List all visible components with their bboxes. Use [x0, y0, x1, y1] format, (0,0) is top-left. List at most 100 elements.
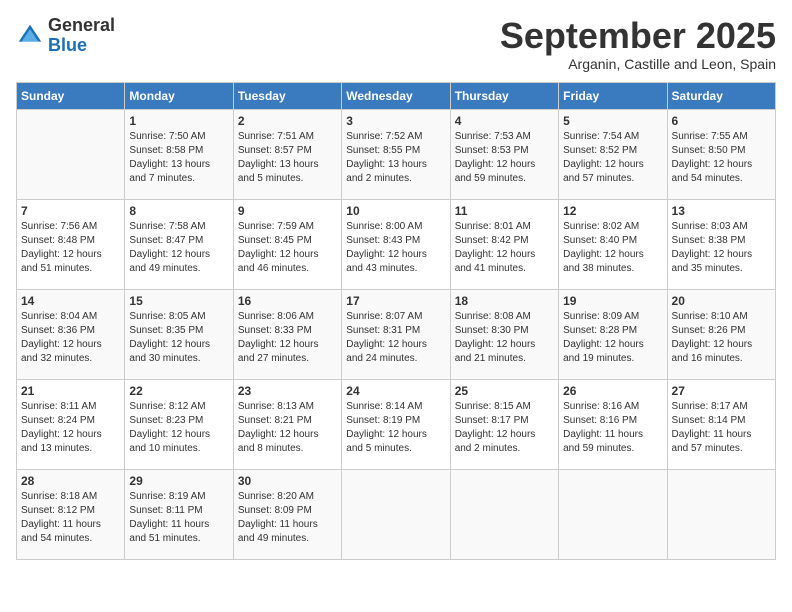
month-title: September 2025 — [500, 16, 776, 56]
page-header: General Blue September 2025 Arganin, Cas… — [16, 16, 776, 72]
cell-info: Sunrise: 8:19 AM — [129, 490, 228, 504]
cell-info: Sunset: 8:38 PM — [672, 234, 771, 248]
day-number: 25 — [455, 384, 554, 398]
calendar-header: SundayMondayTuesdayWednesdayThursdayFrid… — [17, 82, 776, 109]
calendar-cell: 11Sunrise: 8:01 AMSunset: 8:42 PMDayligh… — [450, 199, 558, 289]
calendar-table: SundayMondayTuesdayWednesdayThursdayFrid… — [16, 82, 776, 560]
cell-info: Daylight: 12 hours — [21, 248, 120, 262]
calendar-cell: 27Sunrise: 8:17 AMSunset: 8:14 PMDayligh… — [667, 379, 775, 469]
header-cell-thursday: Thursday — [450, 82, 558, 109]
cell-info: Sunrise: 8:17 AM — [672, 400, 771, 414]
header-cell-tuesday: Tuesday — [233, 82, 341, 109]
calendar-cell: 21Sunrise: 8:11 AMSunset: 8:24 PMDayligh… — [17, 379, 125, 469]
calendar-cell: 14Sunrise: 8:04 AMSunset: 8:36 PMDayligh… — [17, 289, 125, 379]
cell-info: Sunset: 8:40 PM — [563, 234, 662, 248]
logo: General Blue — [16, 16, 115, 56]
calendar-cell: 8Sunrise: 7:58 AMSunset: 8:47 PMDaylight… — [125, 199, 233, 289]
header-cell-monday: Monday — [125, 82, 233, 109]
cell-info: and 10 minutes. — [129, 442, 228, 456]
cell-info: and 41 minutes. — [455, 262, 554, 276]
cell-info: Sunset: 8:45 PM — [238, 234, 337, 248]
cell-info: Sunrise: 7:56 AM — [21, 220, 120, 234]
cell-info: Daylight: 12 hours — [563, 248, 662, 262]
cell-info: Sunset: 8:11 PM — [129, 504, 228, 518]
cell-info: Sunset: 8:42 PM — [455, 234, 554, 248]
calendar-cell: 5 Sunrise: 7:54 AMSunset: 8:52 PMDaylight… — [559, 109, 667, 199]
day-number: 10 — [346, 204, 445, 218]
cell-info: Sunset: 8:26 PM — [672, 324, 771, 338]
calendar-cell — [342, 469, 450, 559]
day-number: 5 — [563, 114, 662, 128]
day-number: 24 — [346, 384, 445, 398]
cell-info: Sunset: 8:19 PM — [346, 414, 445, 428]
cell-info: and 57 minutes. — [563, 172, 662, 186]
day-number: 16 — [238, 294, 337, 308]
cell-info: Sunset: 8:35 PM — [129, 324, 228, 338]
cell-info: Sunrise: 7:55 AM — [672, 130, 771, 144]
cell-info: Sunrise: 7:51 AM — [238, 130, 337, 144]
calendar-cell — [559, 469, 667, 559]
cell-info: and 49 minutes. — [238, 532, 337, 546]
day-number: 27 — [672, 384, 771, 398]
cell-info: Sunrise: 8:02 AM — [563, 220, 662, 234]
day-number: 7 — [21, 204, 120, 218]
cell-info: Sunset: 8:52 PM — [563, 144, 662, 158]
cell-info: Sunset: 8:43 PM — [346, 234, 445, 248]
week-row-3: 14Sunrise: 8:04 AMSunset: 8:36 PMDayligh… — [17, 289, 776, 379]
day-number: 13 — [672, 204, 771, 218]
cell-info: Daylight: 12 hours — [563, 158, 662, 172]
cell-info: and 21 minutes. — [455, 352, 554, 366]
cell-info: Sunrise: 7:58 AM — [129, 220, 228, 234]
day-number: 8 — [129, 204, 228, 218]
calendar-cell: 13Sunrise: 8:03 AMSunset: 8:38 PMDayligh… — [667, 199, 775, 289]
header-cell-wednesday: Wednesday — [342, 82, 450, 109]
header-cell-friday: Friday — [559, 82, 667, 109]
header-cell-sunday: Sunday — [17, 82, 125, 109]
calendar-cell: 10 Sunrise: 8:00 AMSunset: 8:43 PMDayligh… — [342, 199, 450, 289]
day-number: 6 — [672, 114, 771, 128]
cell-info: Sunrise: 8:08 AM — [455, 310, 554, 324]
cell-info: Sunrise: 8:07 AM — [346, 310, 445, 324]
cell-info: Sunrise: 8:00 AM — [346, 220, 445, 234]
cell-info: Sunrise: 8:13 AM — [238, 400, 337, 414]
cell-info: Sunrise: 8:05 AM — [129, 310, 228, 324]
cell-info: Sunrise: 8:06 AM — [238, 310, 337, 324]
cell-info: Sunrise: 8:20 AM — [238, 490, 337, 504]
day-number: 22 — [129, 384, 228, 398]
cell-info: Daylight: 12 hours — [672, 248, 771, 262]
cell-info: Sunset: 8:17 PM — [455, 414, 554, 428]
cell-info: and 49 minutes. — [129, 262, 228, 276]
cell-info: Sunrise: 7:52 AM — [346, 130, 445, 144]
calendar-cell: 1Sunrise: 7:50 AMSunset: 8:58 PMDaylight… — [125, 109, 233, 199]
cell-info: Daylight: 12 hours — [672, 338, 771, 352]
cell-info: Daylight: 12 hours — [129, 428, 228, 442]
cell-info: and 46 minutes. — [238, 262, 337, 276]
cell-info: Sunrise: 8:11 AM — [21, 400, 120, 414]
calendar-cell: 24Sunrise: 8:14 AMSunset: 8:19 PMDayligh… — [342, 379, 450, 469]
calendar-cell: 30Sunrise: 8:20 AMSunset: 8:09 PMDayligh… — [233, 469, 341, 559]
cell-info: Sunset: 8:58 PM — [129, 144, 228, 158]
cell-info: Daylight: 11 hours — [238, 518, 337, 532]
cell-info: Daylight: 12 hours — [455, 338, 554, 352]
cell-info: Sunset: 8:12 PM — [21, 504, 120, 518]
calendar-cell: 4Sunrise: 7:53 AMSunset: 8:53 PMDaylight… — [450, 109, 558, 199]
week-row-5: 28Sunrise: 8:18 AMSunset: 8:12 PMDayligh… — [17, 469, 776, 559]
cell-info: Daylight: 12 hours — [346, 248, 445, 262]
cell-info: Sunset: 8:23 PM — [129, 414, 228, 428]
calendar-cell: 19Sunrise: 8:09 AMSunset: 8:28 PMDayligh… — [559, 289, 667, 379]
calendar-cell — [17, 109, 125, 199]
cell-info: Sunrise: 8:18 AM — [21, 490, 120, 504]
cell-info: Sunrise: 7:54 AM — [563, 130, 662, 144]
cell-info: Sunrise: 7:53 AM — [455, 130, 554, 144]
cell-info: Sunset: 8:14 PM — [672, 414, 771, 428]
cell-info: Daylight: 12 hours — [455, 428, 554, 442]
cell-info: and 16 minutes. — [672, 352, 771, 366]
week-row-4: 21Sunrise: 8:11 AMSunset: 8:24 PMDayligh… — [17, 379, 776, 469]
cell-info: and 5 minutes. — [346, 442, 445, 456]
calendar-cell: 28Sunrise: 8:18 AMSunset: 8:12 PMDayligh… — [17, 469, 125, 559]
cell-info: and 2 minutes. — [455, 442, 554, 456]
cell-info: Daylight: 12 hours — [672, 158, 771, 172]
cell-info: Sunrise: 8:09 AM — [563, 310, 662, 324]
calendar-cell: 16Sunrise: 8:06 AMSunset: 8:33 PMDayligh… — [233, 289, 341, 379]
cell-info: and 19 minutes. — [563, 352, 662, 366]
